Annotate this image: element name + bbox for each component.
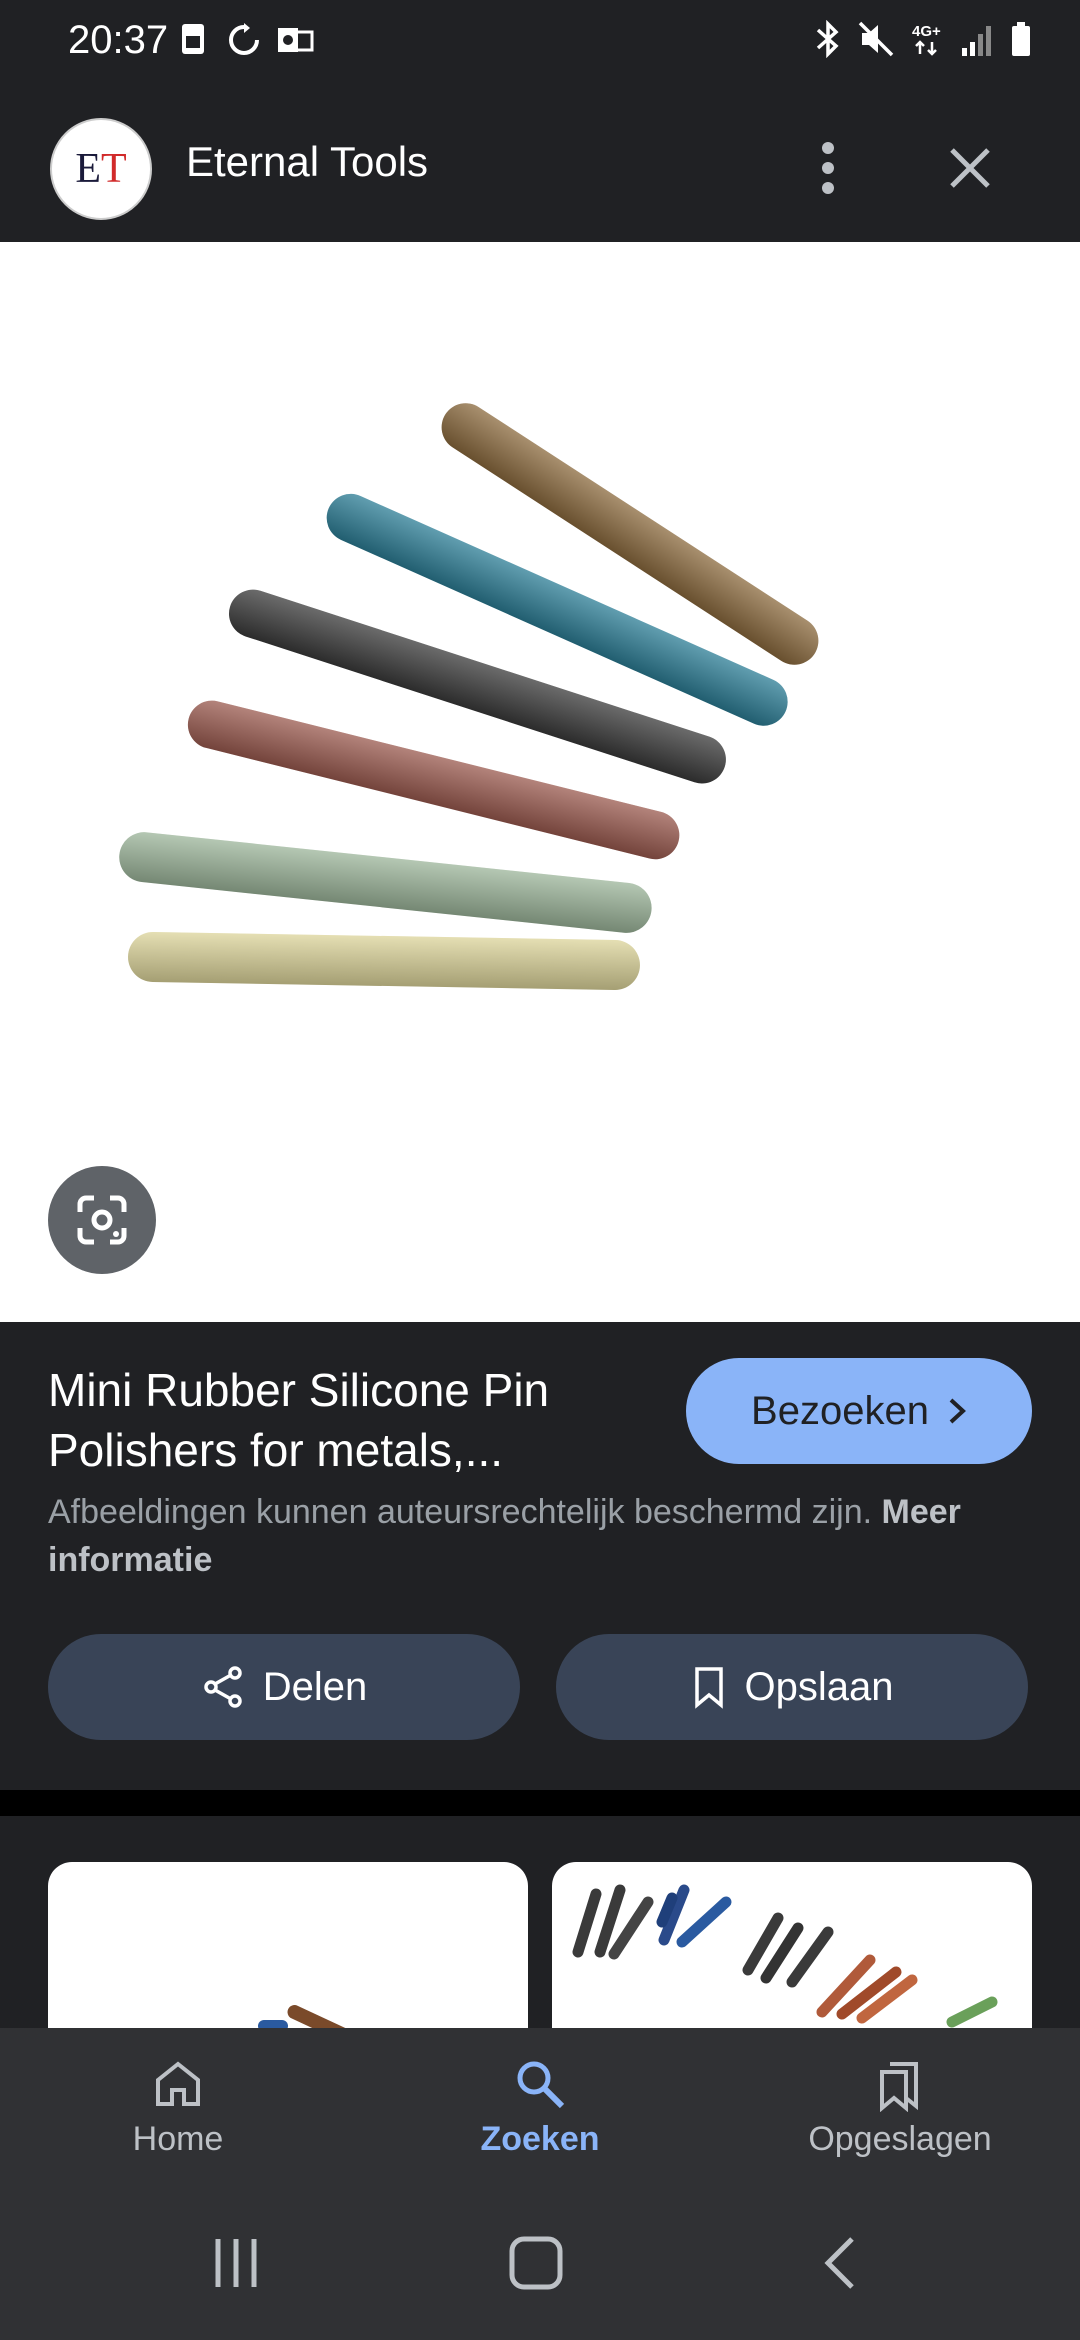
- back-button[interactable]: [800, 2228, 880, 2298]
- related-image-card[interactable]: [48, 1862, 528, 2028]
- status-left-icons: [178, 22, 314, 58]
- bookmarks-icon: [880, 2062, 918, 2112]
- related-image-thumbnail: [258, 2005, 398, 2028]
- recent-apps-icon: [215, 2239, 257, 2287]
- disclaimer-text: Afbeeldingen kunnen auteursrechtelijk be…: [48, 1493, 873, 1531]
- more-options-button[interactable]: [798, 138, 858, 198]
- status-time: 20:37: [68, 18, 169, 62]
- bottom-navigation: Home Zoeken Opgeslagen: [0, 2028, 1080, 2190]
- back-chevron-icon: [824, 2237, 854, 2289]
- save-label: Opslaan: [744, 1664, 894, 1709]
- google-lens-button[interactable]: [48, 1166, 156, 1274]
- related-images: [0, 1816, 1080, 2028]
- 4g-icon: 4G+: [912, 23, 941, 56]
- visit-button-label: Bezoeken: [751, 1388, 929, 1433]
- product-image[interactable]: [0, 242, 1080, 1322]
- result-title[interactable]: Mini Rubber Silicone Pin Polishers for m…: [48, 1360, 648, 1480]
- copyright-disclaimer: Afbeeldingen kunnen auteursrechtelijk be…: [48, 1488, 1038, 1584]
- signal-icon: [962, 26, 991, 56]
- nav-search-label: Zoeken: [480, 2120, 600, 2158]
- home-icon: [156, 2061, 200, 2106]
- visit-button[interactable]: Bezoeken: [686, 1358, 1032, 1464]
- nav-search[interactable]: Zoeken: [420, 2056, 660, 2159]
- outlook-icon: [278, 28, 314, 52]
- sync-icon: [229, 23, 259, 55]
- share-label: Delen: [262, 1664, 368, 1709]
- close-icon: [950, 148, 990, 188]
- home-system-button[interactable]: [496, 2228, 576, 2298]
- home-square-icon: [509, 2236, 563, 2290]
- svg-text:4G+: 4G+: [912, 23, 941, 40]
- status-bar: 20:37 4G+: [0, 0, 1080, 84]
- app-bar: ET Eternal Tools: [0, 84, 1080, 242]
- search-icon: [517, 2061, 565, 2109]
- pin-polishers-image: [119, 403, 819, 991]
- close-button[interactable]: [940, 138, 1000, 198]
- nav-saved-label: Opgeslagen: [808, 2120, 992, 2158]
- sim-card-icon: [182, 24, 204, 54]
- site-name: Eternal Tools: [186, 138, 429, 185]
- nav-home[interactable]: Home: [58, 2056, 298, 2159]
- nav-home-label: Home: [132, 2120, 224, 2158]
- result-info: Mini Rubber Silicone Pin Polishers for m…: [0, 1322, 1080, 1790]
- section-divider: [0, 1790, 1080, 1816]
- nav-saved[interactable]: Opgeslagen: [780, 2056, 1020, 2159]
- share-button[interactable]: Delen: [48, 1634, 520, 1740]
- recent-apps-button[interactable]: [196, 2228, 276, 2298]
- bluetooth-icon: [816, 20, 839, 58]
- related-image-thumbnail: [572, 1884, 998, 2028]
- save-button[interactable]: Opslaan: [556, 1634, 1028, 1740]
- bookmark-icon: [694, 1667, 723, 1709]
- related-image-card[interactable]: [552, 1862, 1032, 2028]
- google-lens-icon: [77, 1195, 127, 1245]
- more-vert-icon: [822, 142, 834, 194]
- system-navigation-bar: [0, 2190, 1080, 2340]
- share-icon: [203, 1666, 242, 1708]
- site-logo: ET: [50, 118, 152, 220]
- mute-icon: [858, 21, 894, 57]
- status-right-icons: 4G+: [814, 20, 1032, 58]
- chevron-right-icon: [949, 1398, 966, 1424]
- battery-icon: [1012, 22, 1030, 56]
